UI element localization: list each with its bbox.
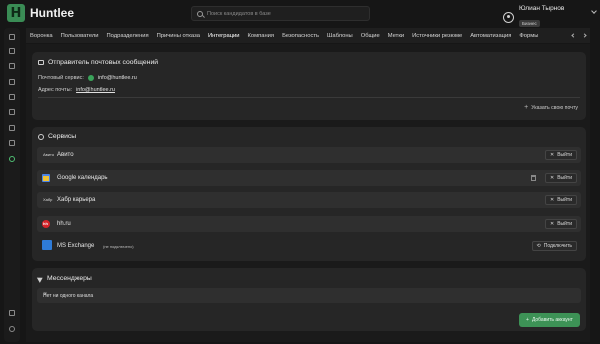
messengers-card-title: Мессенджеры xyxy=(47,275,92,282)
tab-resume-sources[interactable]: Источники резюме xyxy=(408,33,466,39)
add-account-button[interactable]: + Добавить аккаунт xyxy=(519,313,580,327)
mail-address-link[interactable]: info@huntlee.ru xyxy=(76,87,115,93)
mail-service-value: info@huntlee.ru xyxy=(97,75,137,81)
search-box[interactable] xyxy=(191,6,370,21)
sidebar-help-icon[interactable] xyxy=(9,326,15,332)
tab-departments[interactable]: Подразделения xyxy=(102,33,152,39)
tab-templates[interactable]: Шаблоны xyxy=(323,33,357,39)
mail-address-row: Адрес почты: info@huntlee.ru xyxy=(38,87,115,93)
sidebar-users-icon[interactable] xyxy=(9,79,15,85)
tab-company[interactable]: Компания xyxy=(244,33,279,39)
mail-icon xyxy=(38,60,44,65)
tab-reject-reasons[interactable]: Причины отказа xyxy=(153,33,204,39)
logout-label: Выйти xyxy=(557,152,572,158)
service-row-google-calendar: Google календарь ✕ Выйти xyxy=(37,170,581,186)
user-avatar-icon xyxy=(503,12,514,23)
avito-logo: Авито xyxy=(43,152,55,157)
mail-service-label: Почтовый сервис: xyxy=(38,75,84,81)
service-row-avito: Авито Авито ✕ Выйти xyxy=(37,147,581,163)
link-icon: ⟲ xyxy=(536,243,541,249)
sidebar-calendar-icon[interactable] xyxy=(9,140,15,146)
chevron-down-icon[interactable] xyxy=(591,8,597,14)
sidebar-folder-icon[interactable] xyxy=(9,125,15,131)
tab-forms[interactable]: Формы xyxy=(515,33,542,39)
app-window: H Huntlee Юлиан Тырнов Бизнес Воронка xyxy=(0,0,600,344)
search-input[interactable] xyxy=(207,10,357,17)
logout-button[interactable]: ✕ Выйти xyxy=(544,173,577,183)
tab-security[interactable]: Безопасность xyxy=(278,33,323,39)
sidebar-home-icon[interactable] xyxy=(9,34,15,40)
sidebar xyxy=(4,28,20,342)
logout-label: Выйти xyxy=(557,197,572,203)
sidebar-chart-icon[interactable] xyxy=(9,94,15,100)
close-icon: ✕ xyxy=(549,152,555,158)
user-name: Юлиан Тырнов xyxy=(519,5,565,12)
services-icon xyxy=(38,133,44,140)
close-icon: ✕ xyxy=(549,175,555,181)
close-icon: ✕ xyxy=(549,197,555,203)
close-icon: ✕ xyxy=(549,221,555,227)
divider xyxy=(38,97,580,98)
add-own-mail-button[interactable]: + Указать свою почту xyxy=(524,104,578,111)
mail-service-row: Почтовый сервис: info@huntlee.ru xyxy=(38,75,137,81)
user-menu[interactable]: Юлиан Тырнов Бизнес xyxy=(503,5,564,30)
logout-button[interactable]: ✕ Выйти xyxy=(544,195,577,205)
logo[interactable]: H Huntlee xyxy=(7,4,74,22)
sidebar-add-icon[interactable] xyxy=(9,310,15,316)
not-connected-note: (не подключено) xyxy=(103,244,134,249)
connect-button[interactable]: ⟲ Подключить xyxy=(531,241,577,251)
tab-funnel[interactable]: Воронка xyxy=(26,33,57,39)
tab-tags[interactable]: Метки xyxy=(384,33,408,39)
service-name: Авито xyxy=(57,152,74,158)
service-name: Google календарь xyxy=(57,175,108,181)
connect-label: Подключить xyxy=(543,243,572,249)
plan-badge: Бизнес xyxy=(519,20,540,27)
google-calendar-icon xyxy=(42,174,50,182)
logout-label: Выйти xyxy=(557,221,572,227)
service-row-habr: Хабр Хабр карьера ✕ Выйти xyxy=(37,192,581,208)
settings-tabs: Воронка Пользователи Подразделения Причи… xyxy=(26,28,590,43)
plus-icon: + xyxy=(524,104,529,111)
service-name: Хабр карьера xyxy=(57,197,96,203)
sidebar-settings-icon[interactable] xyxy=(9,156,15,162)
logout-button[interactable]: ✕ Выйти xyxy=(544,219,577,229)
tab-users[interactable]: Пользователи xyxy=(57,33,103,39)
tab-automation[interactable]: Автоматизация xyxy=(466,33,515,39)
hh-icon xyxy=(42,220,50,228)
mail-service-icon xyxy=(87,75,94,81)
service-row-ms-exchange: MS Exchange (не подключено) ⟲ Подключить xyxy=(37,238,581,254)
services-card-header: Сервисы xyxy=(38,133,76,140)
service-name: hh.ru xyxy=(57,221,71,227)
app-name: Huntlee xyxy=(30,6,75,20)
ms-exchange-icon xyxy=(42,240,52,250)
tab-general[interactable]: Общие xyxy=(357,33,384,39)
mail-address-label: Адрес почты: xyxy=(38,87,73,93)
no-channels-row: Нет ни одного канала × xyxy=(37,288,581,303)
logout-button[interactable]: ✕ Выйти xyxy=(544,150,577,160)
plus-icon: + xyxy=(526,317,529,323)
logo-mark: H xyxy=(7,4,25,22)
logout-label: Выйти xyxy=(557,175,572,181)
service-name: MS Exchange xyxy=(57,243,95,249)
sidebar-doc-icon[interactable] xyxy=(9,109,15,115)
mail-card-title: Отправитель почтовых сообщений xyxy=(48,59,159,66)
sidebar-edit-icon[interactable] xyxy=(9,48,15,54)
messengers-card-header: Мессенджеры xyxy=(36,274,92,283)
sidebar-home2-icon[interactable] xyxy=(9,63,15,69)
habr-logo: Хабр xyxy=(43,197,53,202)
tab-integrations[interactable]: Интеграции xyxy=(204,33,244,39)
send-icon xyxy=(36,274,45,283)
service-row-hh: hh.ru ✕Выйти xyxy=(37,216,581,232)
mail-card-header: Отправитель почтовых сообщений xyxy=(38,59,158,66)
services-card-title: Сервисы xyxy=(48,133,77,140)
add-account-label: Добавить аккаунт xyxy=(531,317,573,323)
add-own-mail-label: Указать свою почту xyxy=(531,104,578,111)
close-icon[interactable]: × xyxy=(43,291,574,298)
mail-sender-card: Отправитель почтовых сообщений Почтовый … xyxy=(32,52,586,120)
top-bar: H Huntlee Юлиан Тырнов Бизнес xyxy=(0,0,600,27)
search-icon xyxy=(197,10,203,17)
trash-icon[interactable] xyxy=(531,175,536,181)
